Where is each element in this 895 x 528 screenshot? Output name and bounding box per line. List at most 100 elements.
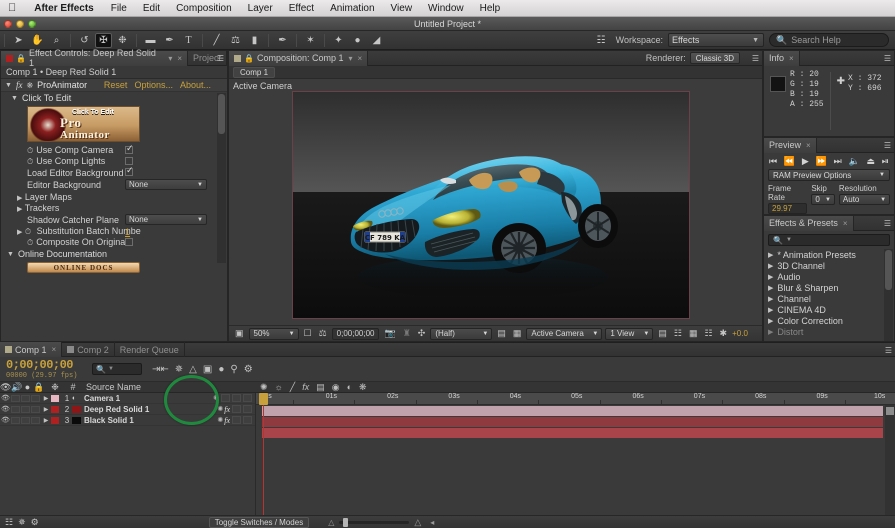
search-chevron-icon[interactable]: ▼ [108,366,114,372]
tab-comp2[interactable]: Comp 2 [62,342,115,357]
solo-toggle[interactable] [21,405,30,413]
solo-toggle[interactable] [21,416,30,424]
skip-dropdown[interactable]: 0 ▼ [811,194,835,205]
transparency-grid-icon[interactable]: ▦ [511,328,524,340]
checkbox-load-editor-background[interactable] [125,165,134,176]
layer-bar-camera1[interactable] [262,406,883,416]
menu-item-file[interactable]: File [103,3,135,14]
property-row-use-comp-lights[interactable]: ⏱ Use Comp Lights [1,156,227,167]
disclosure-triangle-icon[interactable]: ▶ [17,195,22,202]
exposure-icon[interactable]: ✱ [718,328,730,340]
layer-name[interactable]: Black Solid 1 [84,416,134,425]
graph-editor-icon[interactable]: ⚲ [230,364,237,375]
checkbox-use-comp-lights[interactable] [125,156,133,165]
rectangle-tool[interactable]: ▬ [142,33,159,48]
list-item[interactable]: ▶ Channel [764,293,894,304]
live-update-icon[interactable]: ⇥⇤ [152,364,169,375]
motion-blur-icon[interactable]: ● [218,364,224,375]
disclosure-triangle-icon[interactable]: ▶ [768,295,773,303]
effect-controls-scrollbar[interactable] [217,93,226,263]
property-row-editor-background[interactable]: Editor Background None ▼ [1,178,227,191]
composition-canvas[interactable]: CF 789 KA [292,91,690,319]
apple-logo-icon[interactable]:  [0,2,25,14]
eraser-tool[interactable]: ▮ [246,33,263,48]
list-item[interactable]: ▶ Audio [764,271,894,282]
tab-effects-presets[interactable]: Effects & Presets × [764,215,854,231]
dropdown-editor-background[interactable]: None ▼ [125,179,207,190]
close-icon[interactable]: × [789,54,794,63]
list-item[interactable]: ▶ 3D Channel [764,260,894,271]
disclosure-triangle-icon[interactable]: ▶ [768,262,773,270]
frame-blending-icon[interactable]: ▣ [203,364,212,375]
magnification-dropdown[interactable]: 50% ▼ [248,327,299,340]
timeline-expand-icon[interactable]: ◂ [430,518,434,527]
loop-icon[interactable]: ⏯ [882,156,889,167]
zoom-tool[interactable]: ⌕ [48,33,65,48]
menu-item-help[interactable]: Help [472,3,509,14]
list-item[interactable]: ▶ Color Correction [764,315,894,326]
disclosure-triangle-icon[interactable]: ▶ [17,229,22,236]
lock-toggle[interactable] [31,405,40,413]
layer-name[interactable]: Deep Red Solid 1 [84,405,149,414]
menu-item-effect[interactable]: Effect [281,3,322,14]
property-row-trackers[interactable]: ▶ Trackers [1,202,227,213]
switch-box[interactable] [221,394,230,402]
search-help-input[interactable]: 🔍 Search Help [769,33,889,47]
tab-preview[interactable]: Preview × [764,137,817,153]
shy-switch[interactable]: ✺ [217,405,223,413]
fx-icon[interactable]: fx [224,416,230,425]
timeline-track-area[interactable]: 0s 01s 02s 03s 04s 05s 06s 07s 08s 09s 1… [256,393,895,515]
menu-item-composition[interactable]: Composition [168,3,240,14]
menu-item-animation[interactable]: Animation [322,3,382,14]
draft-3d-icon[interactable]: ✵ [18,517,26,528]
record-icon[interactable]: ● [349,33,366,48]
region-of-interest-icon[interactable]: ☐ [302,328,314,340]
shy-switch[interactable]: ✺ [217,416,223,424]
close-icon[interactable]: × [806,141,811,150]
online-docs-button[interactable]: ONLINE DOCS [27,262,140,273]
close-icon[interactable]: × [177,54,182,63]
disclosure-triangle-icon[interactable]: ▼ [7,251,14,258]
show-snapshot-icon[interactable]: ♜ [401,328,413,340]
timeline-zoom-slider[interactable] [339,517,410,527]
disclosure-triangle-icon[interactable]: ▼ [11,95,18,102]
selection-tool[interactable]: ➤ [10,33,27,48]
snapshot-icon[interactable]: 📷 [382,328,397,340]
motion-blur-icon[interactable]: ⚙ [31,517,39,528]
effects-list-scrollbar[interactable] [884,249,893,341]
camera-view-dropdown[interactable]: Active Camera ▼ [526,327,603,340]
frame-rate-field[interactable]: 29.97 [768,203,808,214]
source-name-header[interactable]: Source Name [80,382,260,392]
menu-item-edit[interactable]: Edit [135,3,168,14]
reset-link[interactable]: Reset [104,80,128,90]
disclosure-triangle-icon[interactable]: ▶ [768,317,773,325]
list-item[interactable]: ▶ Blur & Sharpen [764,282,894,293]
scrollbar-thumb[interactable] [885,250,892,290]
rotation-tool[interactable]: ↺ [76,33,93,48]
menu-item-layer[interactable]: Layer [240,3,281,14]
brainstorm-icon[interactable]: ⚙ [244,364,253,375]
resolution-dropdown[interactable]: (Half) ▼ [430,327,493,340]
checkbox-composite-on-original[interactable] [125,237,133,246]
table-row[interactable]: 👁 ▶ 3 Black Solid 1 ✺ fx [0,415,255,426]
subtab-comp1[interactable]: Comp 1 [233,66,276,78]
fx-icon[interactable]: fx [224,405,230,414]
puppet-pin-tool[interactable]: ✶ [302,33,319,48]
layer-name[interactable]: Camera 1 [84,394,120,403]
pixel-aspect-icon[interactable]: ▤ [656,328,669,340]
panel-menu-icon[interactable]: ☰ [752,54,759,63]
value-substitution-batch-number[interactable]: 1 [125,227,130,237]
pan-behind-tool[interactable]: ❉ [114,33,131,48]
layer-bar-deep-red-solid1[interactable] [262,417,883,427]
mask-icon[interactable]: ⚖ [317,328,329,340]
lock-toggle[interactable] [31,416,40,424]
shy-switch[interactable]: ✺ [213,394,219,402]
timeline-link-icon[interactable]: ▦ [687,328,700,340]
audio-icon[interactable]: 🔈 [848,156,859,167]
timeline-search-input[interactable]: 🔍 ▼ [92,363,142,375]
panel-menu-icon[interactable]: ☰ [217,54,224,63]
list-item[interactable]: ▶ Distort [764,326,894,337]
layer-color-swatch[interactable] [51,416,59,424]
visibility-toggle-icon[interactable]: 👁 [0,394,11,402]
chevron-down-icon[interactable]: ▾ [168,54,172,63]
